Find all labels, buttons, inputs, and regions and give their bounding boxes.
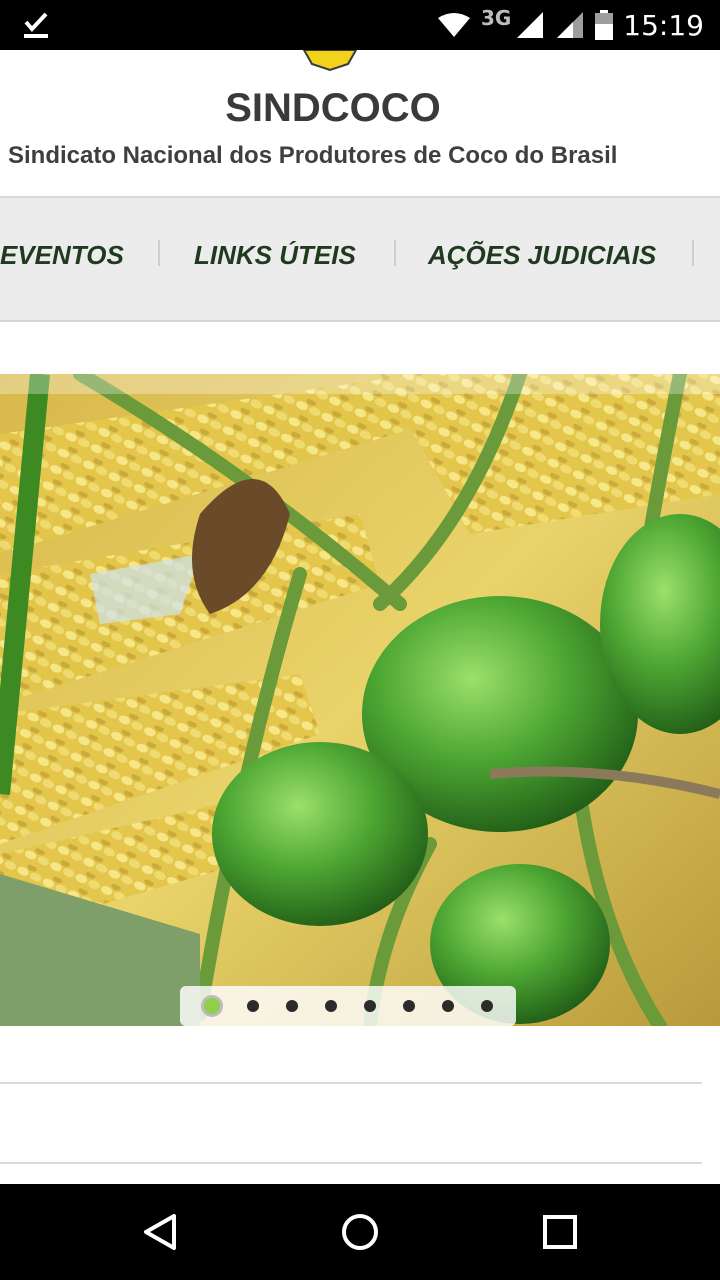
slider-dot-7[interactable] (441, 1000, 454, 1012)
nav-item-acoes-judiciais[interactable]: AÇÕES JUDICIAIS (428, 240, 656, 271)
content-divider (0, 1162, 702, 1164)
nav-item-links-uteis[interactable]: LINKS ÚTEIS (194, 240, 356, 271)
back-icon[interactable] (138, 1210, 182, 1254)
site-header: SINDCOCO Sindicato Nacional dos Produtor… (0, 50, 720, 198)
wifi-icon (437, 13, 470, 37)
recents-icon[interactable] (538, 1210, 582, 1254)
main-nav: EVENTOS LINKS ÚTEIS AÇÕES JUDICIAIS (0, 198, 720, 322)
slider-dot-8[interactable] (480, 1000, 493, 1012)
slider-dot-3[interactable] (285, 1000, 298, 1012)
slider-dot-5[interactable] (363, 1000, 376, 1012)
site-subtitle: Sindicato Nacional dos Produtores de Coc… (8, 142, 618, 169)
slider-dot-6[interactable] (402, 1000, 415, 1012)
clock: 15:19 (623, 8, 704, 42)
coconut-slide-image (0, 374, 720, 1026)
logo-icon[interactable] (302, 50, 358, 72)
nav-separator (394, 240, 396, 266)
system-nav-bar (0, 1184, 720, 1280)
nav-separator (692, 240, 694, 266)
image-slider[interactable] (0, 374, 720, 1026)
battery-icon (595, 10, 614, 40)
slider-dot-1[interactable] (203, 998, 220, 1014)
status-bar: 3G 15:19 (0, 0, 720, 50)
network-type-label: 3G (480, 6, 512, 30)
download-done-icon (24, 12, 48, 38)
site-title[interactable]: SINDCOCO (0, 86, 666, 131)
nav-item-eventos[interactable]: EVENTOS (0, 240, 124, 271)
signal-icon (557, 12, 584, 38)
home-icon[interactable] (338, 1210, 382, 1254)
slider-pagination (180, 986, 516, 1026)
signal-icon (517, 12, 544, 38)
content-divider (0, 1082, 702, 1084)
slider-dot-2[interactable] (246, 1000, 259, 1012)
nav-separator (158, 240, 160, 266)
slider-dot-4[interactable] (324, 1000, 337, 1012)
